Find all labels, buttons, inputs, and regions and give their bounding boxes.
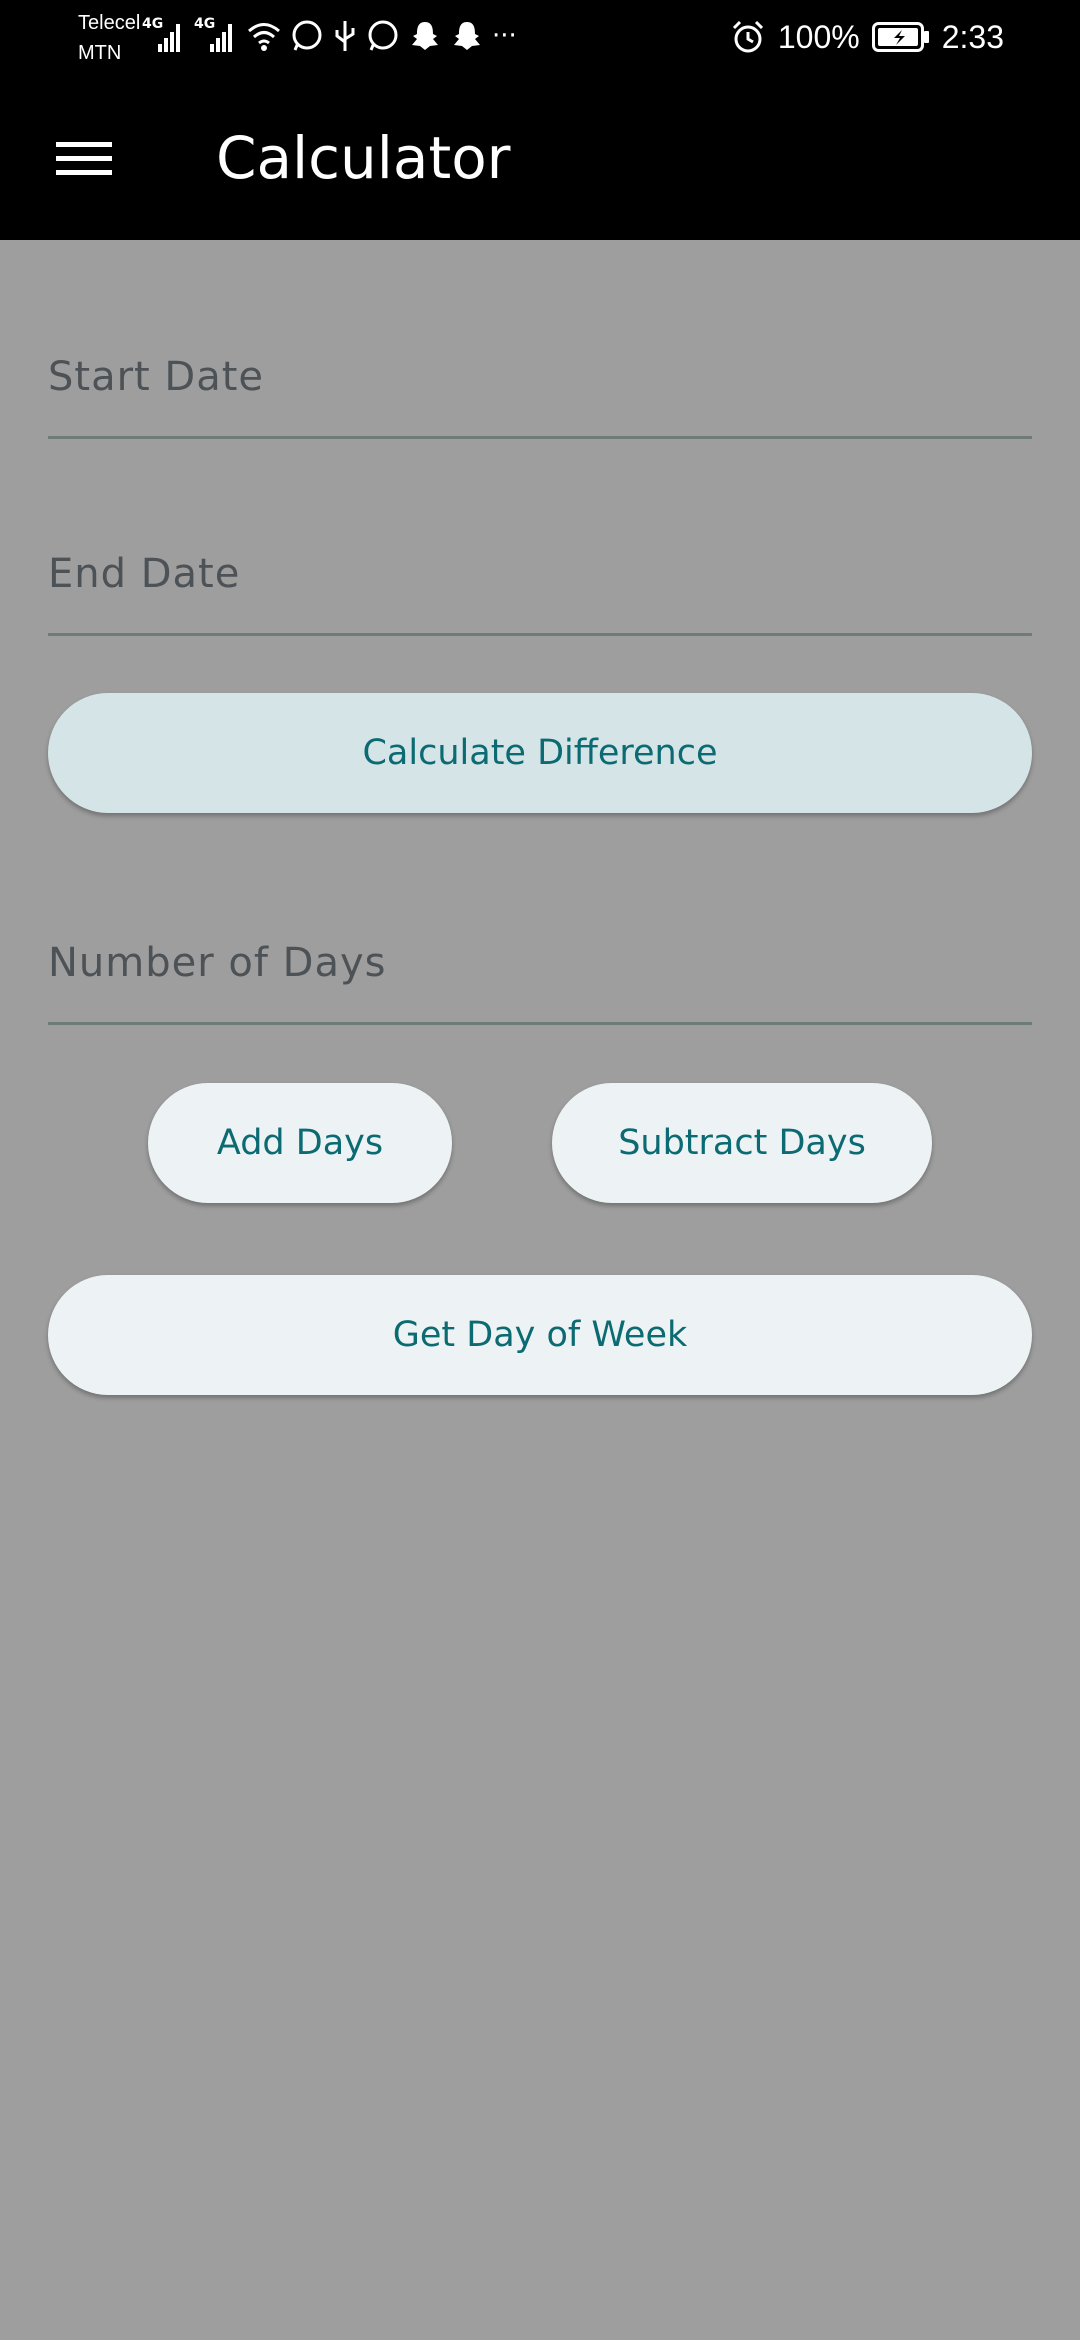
status-icons: 4G 4G ··· (142, 16, 517, 56)
wifi-icon (248, 23, 280, 51)
number-of-days-input[interactable] (48, 904, 1032, 1022)
snapchat-icon (412, 22, 438, 50)
usb-icon (335, 21, 355, 51)
battery-percent: 100% (777, 18, 860, 55)
signal-1-icon: 4G (142, 16, 186, 56)
subtract-days-button[interactable]: Subtract Days (552, 1083, 932, 1203)
app-bar: Calculator (0, 76, 1080, 240)
end-date-input[interactable] (48, 515, 1032, 633)
carrier-names: Telecel MTN (78, 8, 140, 68)
snapchat-2-icon (454, 22, 480, 50)
start-date-field[interactable] (48, 318, 1032, 439)
network-type-2: 4G (194, 16, 216, 32)
whatsapp-icon (292, 20, 322, 51)
end-date-field[interactable] (48, 515, 1032, 636)
carrier-1: Telecel (78, 12, 141, 34)
signal-2-icon: 4G (194, 16, 238, 56)
alarm-icon (732, 20, 763, 53)
menu-button[interactable] (40, 116, 128, 200)
whatsapp-2-icon (368, 20, 398, 51)
calculate-difference-button[interactable]: Calculate Difference (48, 693, 1032, 813)
page-title: Calculator (216, 124, 511, 192)
carrier-2: MTN (78, 42, 122, 64)
clock: 2:33 (941, 18, 1004, 55)
network-type-1: 4G (142, 16, 164, 32)
get-day-of-week-button[interactable]: Get Day of Week (48, 1275, 1032, 1395)
add-days-button[interactable]: Add Days (148, 1083, 452, 1203)
more-notifications-icon: ··· (492, 21, 517, 51)
number-of-days-field[interactable] (48, 904, 1032, 1025)
hamburger-menu-icon (56, 142, 112, 175)
status-right: 100% 2:33 (730, 14, 1004, 60)
start-date-input[interactable] (48, 318, 1032, 436)
battery-charging-icon (871, 22, 929, 52)
status-bar: Telecel MTN 4G 4G ··· 100% 2:33 (0, 0, 1080, 76)
